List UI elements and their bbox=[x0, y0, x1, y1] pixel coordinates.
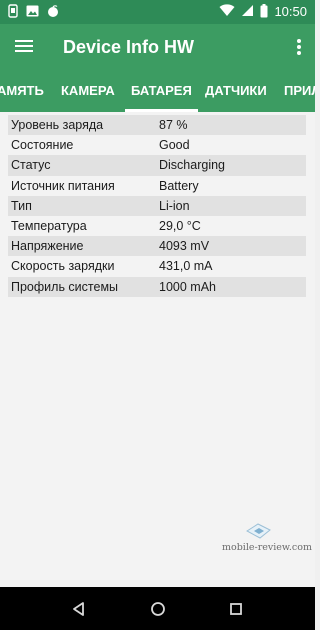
table-row: Скорость зарядки 431,0 mA bbox=[8, 256, 306, 276]
watermark-text: mobile-review.com bbox=[222, 542, 312, 553]
hamburger-menu-icon[interactable] bbox=[14, 36, 34, 56]
row-value: Battery bbox=[159, 178, 199, 193]
table-row: Температура 29,0 °C bbox=[8, 216, 306, 236]
row-value: 87 % bbox=[159, 118, 188, 132]
row-value: 431,0 mA bbox=[159, 259, 213, 274]
image-icon bbox=[26, 5, 39, 20]
tab-battery[interactable]: БАТАРЕЯ bbox=[125, 70, 198, 112]
wifi-icon bbox=[219, 4, 235, 20]
tab-apps[interactable]: ПРИЛ bbox=[284, 70, 315, 112]
row-label: Скорость зарядки bbox=[11, 259, 115, 274]
row-value: 4093 mV bbox=[159, 239, 210, 254]
tab-bar: АМЯТЬ КАМЕРА БАТАРЕЯ ДАТЧИКИ ПРИЛ bbox=[0, 70, 315, 112]
table-row: Источник питания Battery bbox=[8, 176, 306, 196]
battery-icon bbox=[260, 3, 268, 21]
tab-memory[interactable]: АМЯТЬ bbox=[0, 70, 44, 112]
tab-sensors[interactable]: ДАТЧИКИ bbox=[205, 70, 267, 112]
more-vert-icon[interactable] bbox=[295, 36, 303, 58]
row-label: Состояние bbox=[11, 138, 74, 153]
status-bar: 10:50 bbox=[0, 0, 315, 24]
back-icon[interactable] bbox=[69, 599, 89, 619]
watermark: mobile-review.com bbox=[222, 523, 312, 559]
battery-info-panel[interactable]: Уровень заряда 87 % Состояние Good Стату… bbox=[0, 112, 315, 587]
notification-icon bbox=[8, 4, 18, 21]
row-label: Уровень заряда bbox=[11, 118, 104, 132]
tab-camera[interactable]: КАМЕРА bbox=[61, 70, 115, 112]
battery-info-table: Уровень заряда 87 % Состояние Good Стату… bbox=[8, 115, 306, 297]
home-icon[interactable] bbox=[148, 599, 168, 619]
row-value: Discharging bbox=[159, 158, 226, 173]
row-label: Напряжение bbox=[11, 239, 84, 254]
row-label: Температура bbox=[11, 218, 87, 233]
status-left-icons bbox=[8, 4, 59, 21]
signal-icon bbox=[241, 4, 254, 20]
status-time: 10:50 bbox=[274, 4, 307, 19]
table-row: Уровень заряда 87 % bbox=[8, 115, 306, 136]
app-title: Device Info HW bbox=[63, 37, 195, 57]
row-value: Li-ion bbox=[159, 198, 190, 213]
app-bar: Device Info HW bbox=[0, 24, 315, 70]
row-value: Good bbox=[159, 138, 190, 153]
table-row: Состояние Good bbox=[8, 135, 306, 155]
watermark-logo-icon bbox=[244, 521, 274, 543]
row-value: 29,0 °C bbox=[159, 218, 201, 233]
table-row: Тип Li-ion bbox=[8, 195, 306, 216]
table-row: Статус Discharging bbox=[8, 155, 306, 176]
recents-icon[interactable] bbox=[226, 599, 246, 619]
table-row: Профиль системы 1000 mAh bbox=[8, 276, 306, 297]
row-label: Статус bbox=[11, 158, 51, 173]
row-value: 1000 mAh bbox=[159, 279, 216, 294]
navigation-bar bbox=[0, 587, 315, 630]
status-right-icons: 10:50 bbox=[219, 3, 307, 21]
row-label: Тип bbox=[11, 198, 32, 213]
row-label: Источник питания bbox=[11, 178, 115, 193]
table-row: Напряжение 4093 mV bbox=[8, 236, 306, 257]
app-icon bbox=[47, 4, 59, 21]
row-label: Профиль системы bbox=[11, 279, 119, 294]
